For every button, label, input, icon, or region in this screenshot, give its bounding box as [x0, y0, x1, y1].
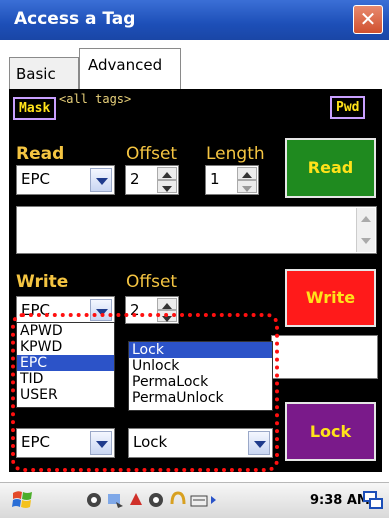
- sync-icon[interactable]: [106, 490, 124, 510]
- keyboard-icon[interactable]: [190, 490, 208, 510]
- headset-icon[interactable]: [169, 490, 187, 510]
- scroll-down-icon[interactable]: [361, 238, 371, 244]
- read-bank-value: EPC: [21, 170, 50, 188]
- read-section-label: Read: [16, 144, 65, 164]
- lock-button[interactable]: Lock: [285, 402, 376, 461]
- increment-icon[interactable]: [157, 298, 177, 310]
- read-length-value: 1: [210, 170, 220, 188]
- advanced-panel: Mask <all tags> Pwd Read Offset Length E…: [9, 89, 382, 472]
- read-length-label: Length: [206, 144, 265, 164]
- password-button[interactable]: Pwd: [330, 96, 366, 119]
- highlight-outline: [11, 313, 279, 472]
- decrement-icon[interactable]: [237, 180, 257, 193]
- window-switcher-icon[interactable]: [362, 490, 384, 510]
- scroll-up-icon[interactable]: [361, 216, 371, 222]
- close-button[interactable]: ✕: [353, 5, 383, 34]
- mask-value: <all tags>: [59, 92, 132, 106]
- network-icon[interactable]: [85, 490, 103, 510]
- increment-icon[interactable]: [237, 167, 257, 180]
- tab-advanced[interactable]: Advanced: [79, 48, 181, 90]
- write-offset-label: Offset: [126, 272, 178, 292]
- tab-basic[interactable]: Basic: [9, 57, 79, 90]
- read-offset-value: 2: [130, 170, 140, 188]
- write-data-field[interactable]: [271, 335, 378, 379]
- mask-button[interactable]: Mask: [13, 97, 57, 120]
- read-button[interactable]: Read: [285, 138, 376, 198]
- write-button[interactable]: Write: [285, 269, 376, 327]
- clock[interactable]: 9:38 AM: [310, 493, 370, 508]
- window-title: Access a Tag: [14, 9, 136, 29]
- read-length-stepper[interactable]: 1: [205, 165, 259, 195]
- increment-icon[interactable]: [157, 167, 177, 180]
- vertical-scrollbar[interactable]: [356, 208, 375, 252]
- decrement-icon[interactable]: [157, 180, 177, 193]
- bluetooth-icon[interactable]: [127, 490, 145, 510]
- taskbar: 9:38 AM: [0, 482, 389, 518]
- read-result-field[interactable]: [16, 206, 377, 254]
- wifi-icon[interactable]: [147, 490, 165, 510]
- write-section-label: Write: [16, 272, 69, 292]
- caret-right-icon[interactable]: [209, 490, 217, 510]
- tab-strip: Basic Advanced: [0, 40, 389, 90]
- read-offset-label: Offset: [126, 144, 178, 164]
- chevron-down-icon[interactable]: [90, 168, 112, 192]
- read-offset-stepper[interactable]: 2: [125, 165, 179, 195]
- title-bar: Access a Tag ✕: [0, 0, 389, 40]
- windows-start-icon[interactable]: [10, 487, 36, 513]
- read-bank-select[interactable]: EPC: [16, 165, 115, 195]
